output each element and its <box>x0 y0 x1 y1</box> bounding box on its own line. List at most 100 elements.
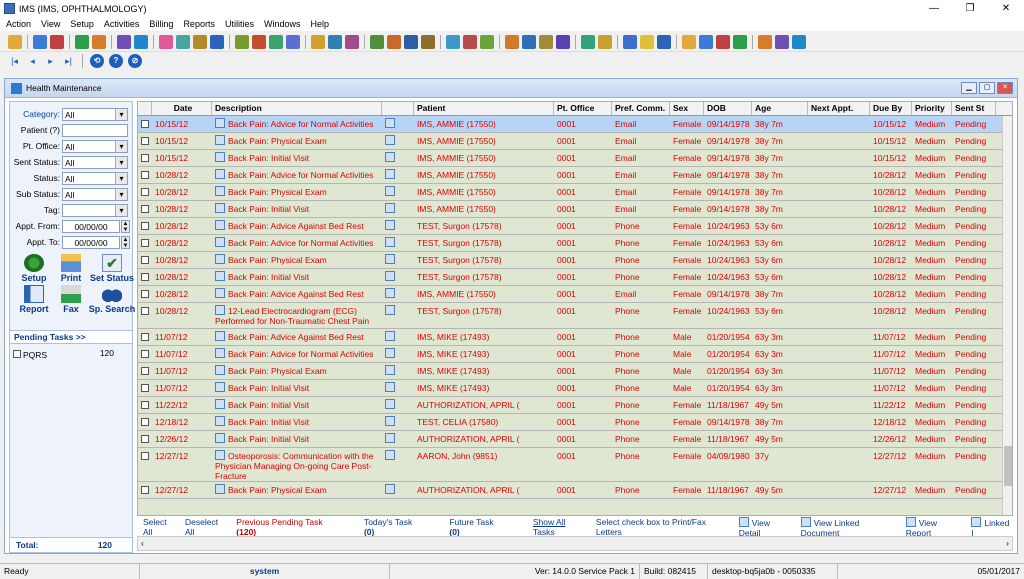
toolbar-tool-icon[interactable] <box>480 34 494 49</box>
letter-icon[interactable] <box>385 288 395 298</box>
letter-icon[interactable] <box>385 203 395 213</box>
letter-icon[interactable] <box>385 433 395 443</box>
previous-pending-task-link[interactable]: Previous Pending Task (120) <box>236 517 342 537</box>
toolbar-tool-icon[interactable] <box>193 34 207 49</box>
select-all-link[interactable]: Select All <box>143 517 177 537</box>
table-row[interactable]: 10/28/12 Back Pain: Physical Exam TEST, Su… <box>138 252 1012 269</box>
row-checkbox[interactable] <box>141 137 149 145</box>
toolbar-tool-icon[interactable] <box>345 34 359 49</box>
pt-office-select[interactable]: All <box>62 139 128 153</box>
row-checkbox[interactable] <box>141 435 149 443</box>
column-header[interactable] <box>138 102 152 115</box>
row-checkbox[interactable] <box>141 273 149 281</box>
panel-restore-button[interactable]: ▢ <box>979 82 995 94</box>
row-checkbox[interactable] <box>141 154 149 162</box>
appt-from-spinner[interactable]: ▲ ▼ <box>121 219 130 233</box>
letter-icon[interactable] <box>385 450 395 460</box>
minimize-button[interactable]: — <box>916 0 952 17</box>
vertical-scroll-thumb[interactable] <box>1004 446 1012 486</box>
letter-icon[interactable] <box>385 365 395 375</box>
menu-help[interactable]: Help <box>310 19 329 29</box>
row-checkbox[interactable] <box>141 205 149 213</box>
scroll-right-icon[interactable]: › <box>1006 538 1009 548</box>
letter-icon[interactable] <box>385 271 395 281</box>
special-search-button[interactable]: Sp. Search <box>88 285 136 314</box>
column-header[interactable]: Description <box>212 102 382 115</box>
toolbar-tool-icon[interactable] <box>792 34 806 49</box>
menu-windows[interactable]: Windows <box>264 19 301 29</box>
toolbar-tool-icon[interactable] <box>117 34 131 49</box>
letter-icon[interactable] <box>385 152 395 162</box>
table-row[interactable]: 10/15/12 Back Pain: Physical Exam IMS, AMM… <box>138 133 1012 150</box>
row-checkbox[interactable] <box>141 401 149 409</box>
toolbar-tool-icon[interactable] <box>446 34 460 49</box>
letter-icon[interactable] <box>385 220 395 230</box>
sent-status-select[interactable]: All <box>62 155 128 169</box>
toolbar-tool-icon[interactable] <box>33 34 47 49</box>
toolbar-tool-icon[interactable] <box>522 34 536 49</box>
appt-from-input[interactable]: 00/00/00 <box>62 219 120 233</box>
table-row[interactable]: 10/28/12 Back Pain: Advice for Normal Act… <box>138 235 1012 252</box>
toolbar-tool-icon[interactable] <box>716 34 730 49</box>
row-checkbox[interactable] <box>141 222 149 230</box>
toolbar-tool-icon[interactable] <box>75 34 89 49</box>
toolbar-tool-icon[interactable] <box>640 34 654 49</box>
row-checkbox[interactable] <box>141 188 149 196</box>
table-row[interactable]: 11/07/12 Back Pain: Initial Visit IMS, MIK… <box>138 380 1012 397</box>
toolbar-tool-icon[interactable] <box>421 34 435 49</box>
menu-action[interactable]: Action <box>6 19 31 29</box>
toolbar-tool-icon[interactable] <box>657 34 671 49</box>
scroll-left-icon[interactable]: ‹ <box>141 538 144 548</box>
print-button[interactable]: Print <box>54 254 88 283</box>
panel-minimize-button[interactable]: ▁ <box>961 82 977 94</box>
letter-icon[interactable] <box>385 169 395 179</box>
letter-icon[interactable] <box>385 416 395 426</box>
letter-icon[interactable] <box>385 186 395 196</box>
maximize-button[interactable]: ❐ <box>952 0 988 17</box>
toolbar-tool-icon[interactable] <box>328 34 342 49</box>
next-record-icon[interactable]: ▸ <box>44 55 57 67</box>
fax-button[interactable]: Fax <box>54 285 88 314</box>
view-report-link[interactable]: View Report <box>905 516 964 538</box>
letter-icon[interactable] <box>385 484 395 494</box>
toolbar-tool-icon[interactable] <box>50 34 64 49</box>
appt-to-input[interactable]: 00/00/00 <box>62 235 120 249</box>
previous-record-icon[interactable]: ◂ <box>26 55 39 67</box>
table-row[interactable]: 12/18/12 Back Pain: Initial Visit TEST, CE… <box>138 414 1012 431</box>
letter-icon[interactable] <box>385 348 395 358</box>
help-icon[interactable]: ? <box>109 53 123 68</box>
todays-task-link[interactable]: Today's Task (0) <box>364 517 423 537</box>
linked-link[interactable]: Linked I <box>971 516 1013 538</box>
toolbar-tool-icon[interactable] <box>556 34 570 49</box>
setup-button[interactable]: Setup <box>14 254 54 283</box>
row-checkbox[interactable] <box>141 384 149 392</box>
toolbar-tool-icon[interactable] <box>682 34 696 49</box>
row-checkbox[interactable] <box>141 171 149 179</box>
row-checkbox[interactable] <box>141 350 149 358</box>
column-header[interactable] <box>382 102 414 115</box>
sub-status-select[interactable]: All <box>62 187 128 201</box>
toolbar-tool-icon[interactable] <box>733 34 747 49</box>
toolbar-tool-icon[interactable] <box>404 34 418 49</box>
column-header[interactable]: Age <box>752 102 808 115</box>
table-row[interactable]: 11/07/12 Back Pain: Advice for Normal Act… <box>138 346 1012 363</box>
view-detail-link[interactable]: View Detail <box>738 516 793 538</box>
view-linked-document-link[interactable]: View Linked Document <box>800 516 898 538</box>
row-checkbox[interactable] <box>141 333 149 341</box>
toolbar-tool-icon[interactable] <box>699 34 713 49</box>
letter-icon[interactable] <box>385 305 395 315</box>
letter-icon[interactable] <box>385 135 395 145</box>
menu-reports[interactable]: Reports <box>183 19 215 29</box>
letter-icon[interactable] <box>385 118 395 128</box>
table-row[interactable]: 10/28/12 Back Pain: Advice for Normal Act… <box>138 167 1012 184</box>
menu-view[interactable]: View <box>41 19 60 29</box>
table-row[interactable]: 11/22/12 Back Pain: Initial Visit AUTHORIZ… <box>138 397 1012 414</box>
pending-tasks-header[interactable]: Pending Tasks >> <box>10 330 132 344</box>
table-row[interactable]: 10/28/12 Back Pain: Physical Exam IMS, AMM… <box>138 184 1012 201</box>
row-checkbox[interactable] <box>141 452 149 460</box>
row-checkbox[interactable] <box>141 418 149 426</box>
table-row[interactable]: 10/28/12 Back Pain: Initial Visit IMS, AMM… <box>138 201 1012 218</box>
toolbar-tool-icon[interactable] <box>8 34 22 49</box>
first-record-icon[interactable]: |◂ <box>8 55 21 67</box>
toolbar-tool-icon[interactable] <box>210 34 224 49</box>
